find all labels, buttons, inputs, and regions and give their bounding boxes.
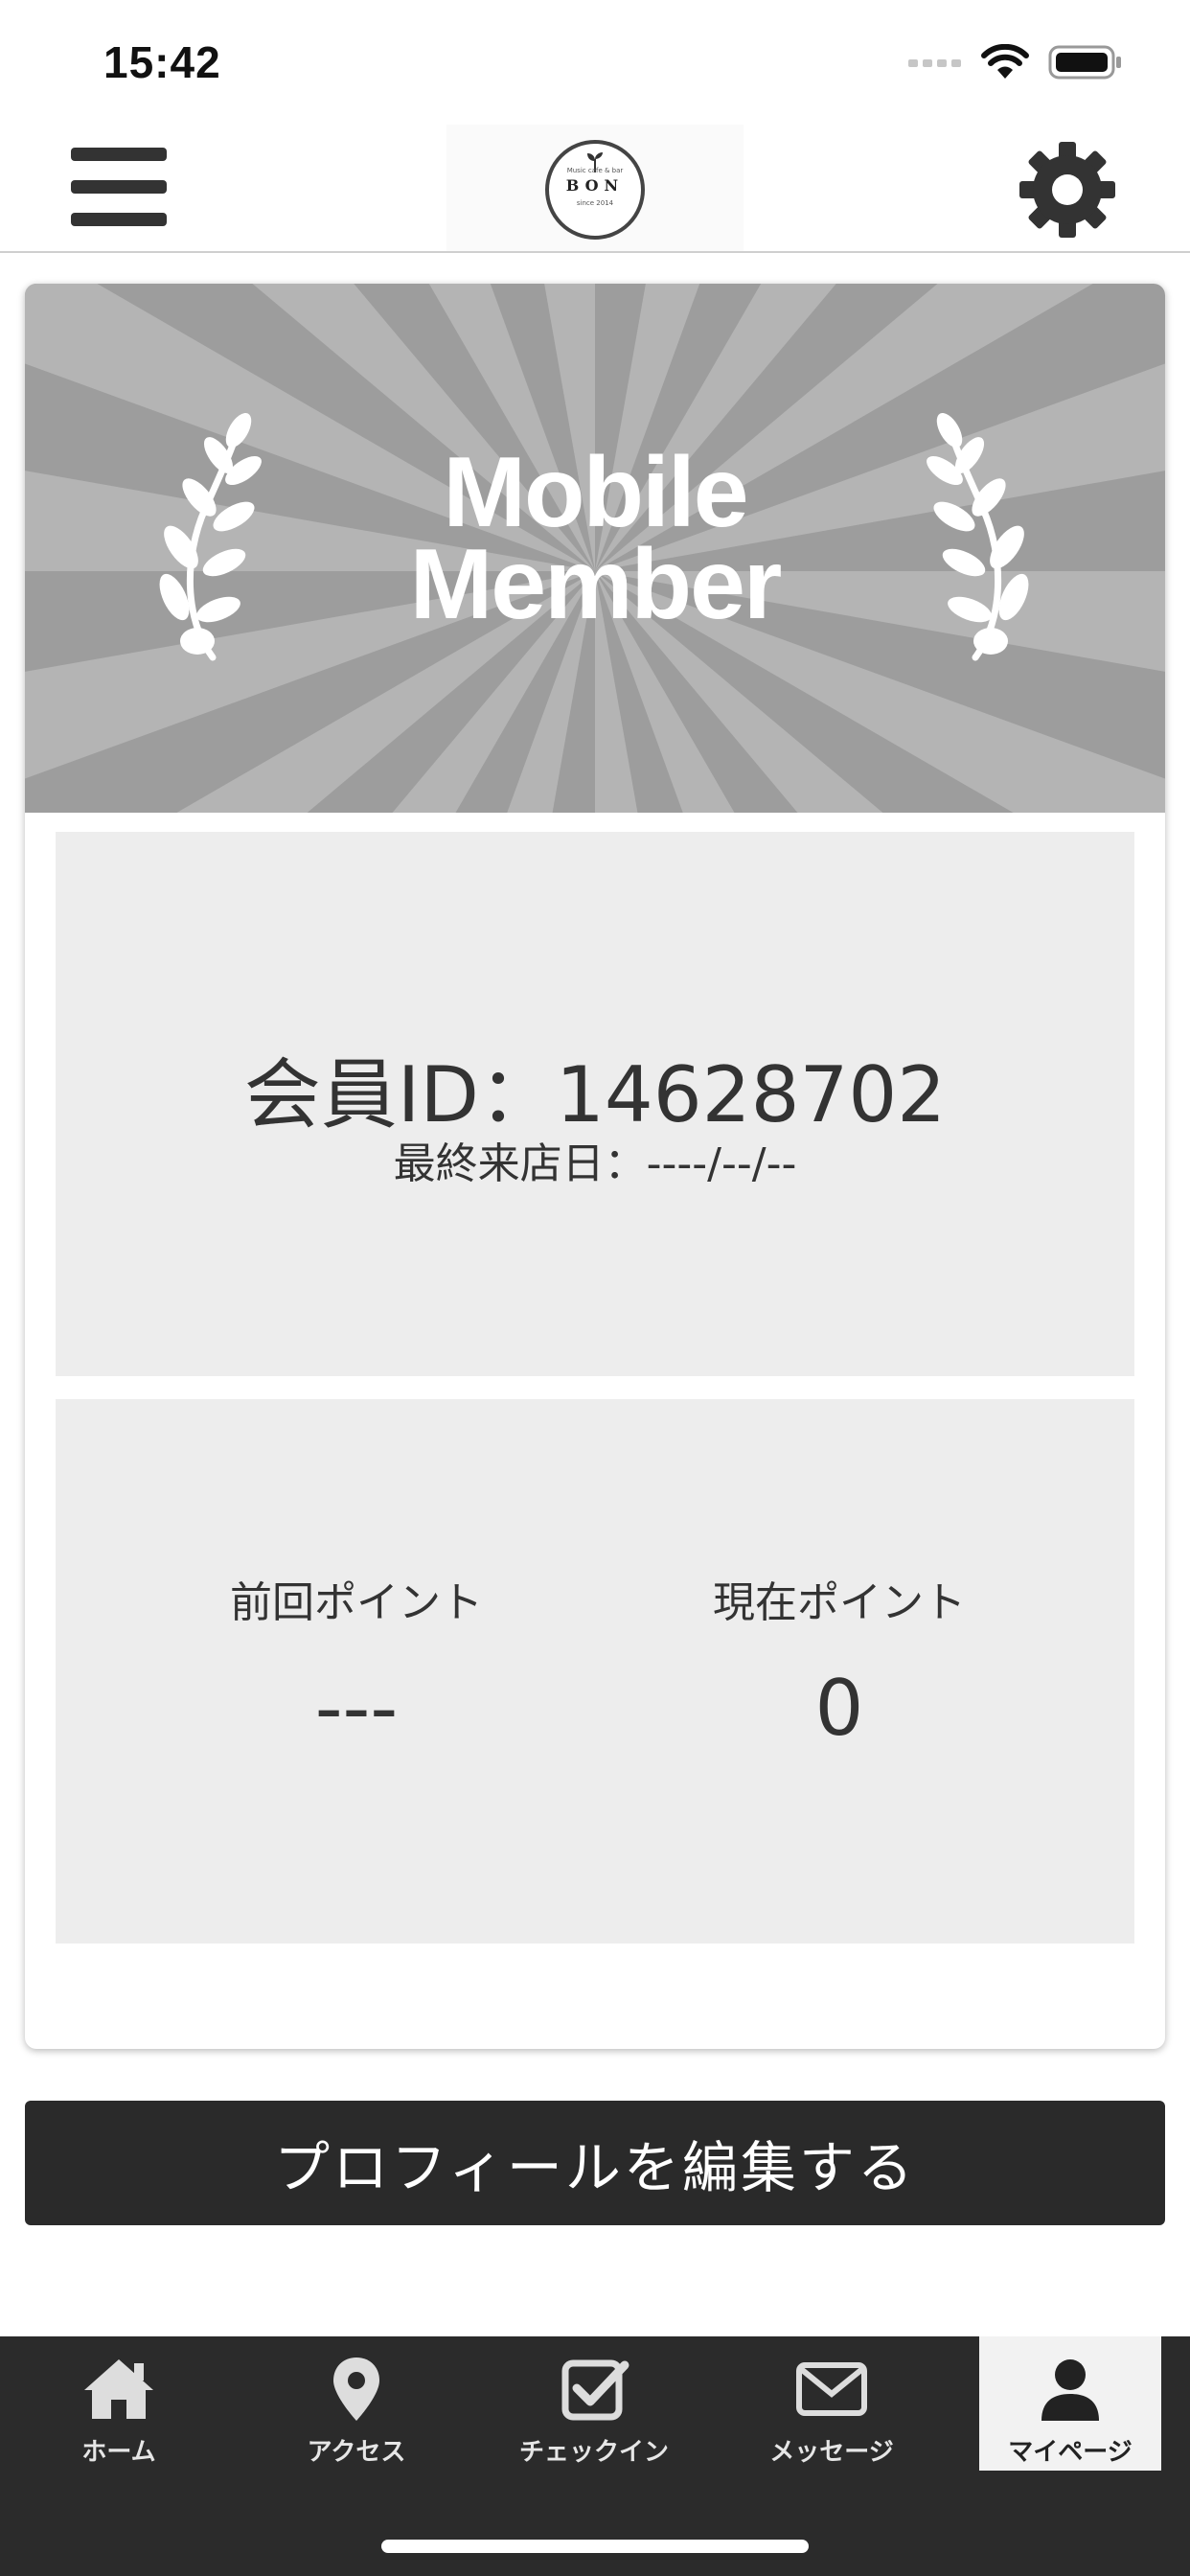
points-panel: 前回ポイント --- 現在ポイント 0 <box>56 1399 1134 1944</box>
member-card: Mobile Member 会員ID：14628702 最終来店日：----/-… <box>25 284 1165 2049</box>
hamburger-icon <box>71 148 167 161</box>
brand-logo: Music cafe & bar BON since 2014 <box>545 140 645 240</box>
tab-home[interactable]: ホーム <box>0 2336 238 2471</box>
home-indicator <box>381 2540 809 2553</box>
current-points-value: 0 <box>814 1664 864 1753</box>
bottom-tab-bar: ホーム アクセス チェックイン メッセージ マイページ <box>0 2336 1190 2576</box>
app-header: Music cafe & bar BON since 2014 <box>0 125 1190 253</box>
signal-icon <box>908 59 961 67</box>
logo-name: BON <box>565 176 625 195</box>
status-icons <box>908 44 1123 80</box>
tab-messages[interactable]: メッセージ <box>713 2336 950 2471</box>
home-icon <box>84 2359 153 2419</box>
previous-points-value: --- <box>314 1664 399 1753</box>
current-points-label: 現在ポイント <box>713 1578 966 1627</box>
tab-access[interactable]: アクセス <box>238 2336 475 2471</box>
member-id: 会員ID：14628702 <box>243 1050 947 1139</box>
laurel-right-icon <box>927 413 1029 661</box>
checkbox-icon <box>561 2359 629 2421</box>
edit-profile-button[interactable]: プロフィールを編集する <box>25 2101 1165 2225</box>
status-bar: 15:42 <box>0 0 1190 125</box>
battery-icon <box>1048 45 1121 80</box>
last-visit-date: 最終来店日：----/--/-- <box>393 1139 797 1188</box>
menu-button[interactable] <box>71 148 171 234</box>
member-id-panel: 会員ID：14628702 最終来店日：----/--/-- <box>56 832 1134 1376</box>
tab-checkin[interactable]: チェックイン <box>475 2336 713 2471</box>
member-banner: Mobile Member <box>25 284 1165 813</box>
logo-since: since 2014 <box>576 199 614 207</box>
person-icon <box>1041 2359 1099 2421</box>
current-points: 現在ポイント 0 <box>600 1568 1079 1753</box>
location-pin-icon <box>333 2358 379 2421</box>
wifi-icon <box>981 44 1029 79</box>
tab-mypage[interactable]: マイページ <box>979 2336 1161 2471</box>
settings-button[interactable] <box>1018 140 1117 240</box>
logo-tagline: Music cafe & bar <box>566 167 624 174</box>
previous-points-label: 前回ポイント <box>230 1578 483 1627</box>
gear-icon <box>1019 142 1115 238</box>
mail-icon <box>796 2362 867 2416</box>
previous-points: 前回ポイント --- <box>117 1568 596 1753</box>
status-time: 15:42 <box>103 37 221 87</box>
logo-area: Music cafe & bar BON since 2014 <box>446 125 744 251</box>
